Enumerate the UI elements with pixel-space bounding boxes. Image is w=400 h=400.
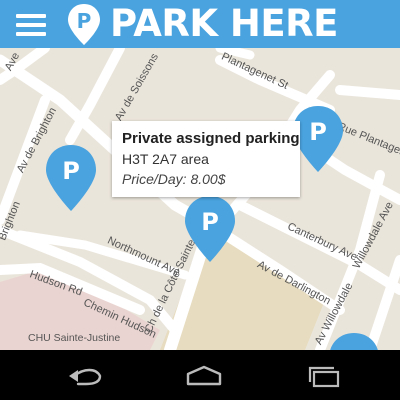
recent-apps-icon[interactable]: [304, 364, 344, 388]
back-icon[interactable]: [64, 364, 104, 388]
info-window-price: Price/Day: 8.00$: [122, 171, 226, 187]
map-view[interactable]: Av de Soissons Av de Brighton Brighton P…: [0, 48, 400, 350]
info-window-area: H3T 2A7 area: [122, 151, 209, 167]
street-label: CHU Sainte-Justine: [28, 332, 121, 344]
parking-pin-logo-icon: P: [68, 4, 100, 45]
app-title: PARK HERE: [110, 2, 338, 45]
parking-marker-selected[interactable]: P: [182, 194, 238, 264]
menu-button[interactable]: [16, 14, 46, 36]
parking-marker[interactable]: [326, 331, 382, 350]
info-window-title: Private assigned parking: [122, 130, 300, 147]
parking-info-window[interactable]: Private assigned parking H3T 2A7 area Pr…: [112, 121, 300, 197]
app-bar: P PARK HERE: [0, 0, 400, 48]
marker-letter: P: [309, 118, 327, 146]
home-icon[interactable]: [184, 364, 224, 388]
marker-letter: P: [201, 208, 219, 236]
marker-letter: P: [62, 157, 80, 185]
system-nav-bar: [0, 350, 400, 400]
svg-text:P: P: [77, 9, 92, 33]
parking-marker[interactable]: P: [43, 143, 99, 213]
hamburger-menu-icon: [16, 14, 46, 18]
